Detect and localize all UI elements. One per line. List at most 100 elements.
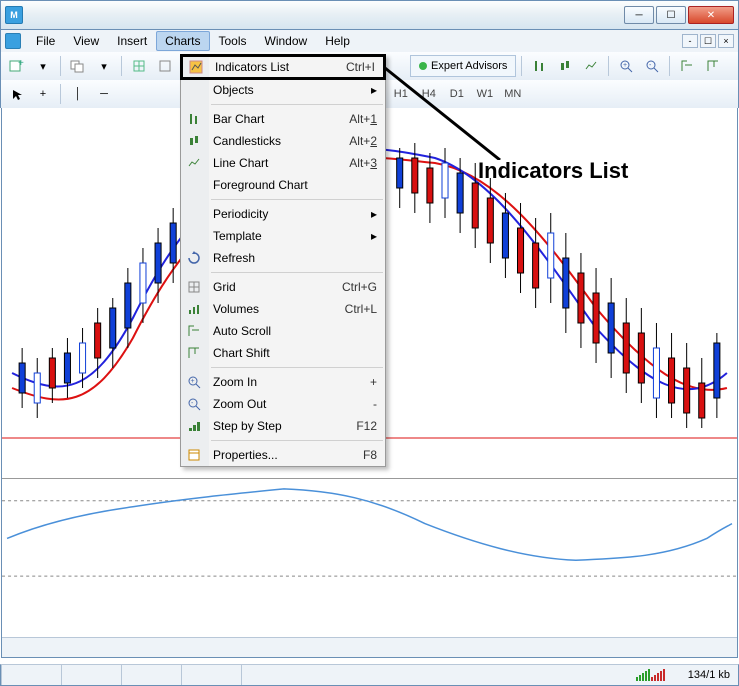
menu-item-label: Indicators List [215,60,289,74]
menu-window[interactable]: Window [256,31,317,51]
annotation-arrow [385,60,585,160]
menu-item-foreground-chart[interactable]: Foreground Chart [181,174,385,196]
menu-item-label: Line Chart [213,156,268,170]
new-chart-button[interactable]: + [5,55,29,77]
menu-item-step-by-step[interactable]: Step by StepF12 [181,415,385,437]
menu-item-label: Zoom Out [213,397,266,411]
menu-item-label: Grid [213,280,236,294]
svg-text:+: + [623,62,627,69]
mdi-close[interactable]: × [718,34,734,48]
menu-item-shortcut: - [373,397,377,411]
crosshair-button[interactable]: + [31,83,55,105]
zoom-out-button[interactable]: - [640,55,664,77]
menu-item-label: Volumes [213,302,259,316]
menu-item-label: Zoom In [213,375,257,389]
menu-item-label: Chart Shift [213,346,270,360]
menu-item-chart-shift[interactable]: Chart Shift [181,342,385,364]
menu-item-label: Auto Scroll [213,324,271,338]
svg-text:+: + [191,378,195,385]
menu-item-shortcut: Ctrl+L [345,302,377,316]
profiles-button[interactable] [66,55,90,77]
scroll-icon [186,323,202,339]
menu-item-properties[interactable]: Properties... F8 [181,444,385,466]
indicators-icon [188,59,204,75]
cursor-button[interactable] [5,83,29,105]
menu-item-line-chart[interactable]: Line Chart Alt+3 [181,152,385,174]
menu-item-auto-scroll[interactable]: Auto Scroll [181,320,385,342]
grid-icon [186,279,202,295]
data-window-button[interactable] [153,55,177,77]
bar-icon [186,111,202,127]
prop-icon [186,447,202,463]
svg-text:+: + [18,58,24,69]
submenu-arrow-icon: ▸ [371,229,377,243]
menu-item-objects[interactable]: Objects ▸ [181,79,385,101]
zoom-in-button[interactable]: + [614,55,638,77]
submenu-arrow-icon: ▸ [371,207,377,221]
vline-button[interactable]: │ [66,83,90,105]
step-icon [186,418,202,434]
blank-icon [186,228,202,244]
menu-view[interactable]: View [64,31,108,51]
menu-item-label: Refresh [213,251,255,265]
connection-bars-icon [636,669,676,681]
minimize-button[interactable]: ─ [624,6,654,24]
menu-item-refresh[interactable]: Refresh [181,247,385,269]
menu-charts[interactable]: Charts [156,31,209,51]
app-icon: M [5,6,23,24]
hline-button[interactable]: ─ [92,83,116,105]
candle-icon [186,133,202,149]
statusbar: 134/1 kb [0,664,739,686]
zin-icon: + [186,374,202,390]
menu-item-bar-chart[interactable]: Bar ChartAlt+1 [181,108,385,130]
menu-item-label: Periodicity [213,207,268,221]
charts-dropdown: Indicators ListCtrl+IObjects▸Bar ChartAl… [180,54,386,467]
dropdown-arrow-icon[interactable]: ▾ [92,55,116,77]
chart-shift-button[interactable] [701,55,725,77]
menu-item-label: Properties... [213,448,278,462]
menu-item-shortcut: Ctrl+G [342,280,377,294]
auto-scroll-button[interactable] [675,55,699,77]
indicator-chart[interactable] [2,478,737,590]
traffic-label: 134/1 kb [680,669,738,681]
mdi-restore[interactable]: ☐ [700,34,716,48]
menu-item-periodicity[interactable]: Periodicity ▸ [181,203,385,225]
menu-item-candlesticks[interactable]: CandlesticksAlt+2 [181,130,385,152]
menu-help[interactable]: Help [316,31,359,51]
refresh-icon [186,250,202,266]
line-icon [186,155,202,171]
menu-item-shortcut: Alt+3 [349,156,377,170]
svg-text:-: - [191,400,194,407]
menu-item-label: Bar Chart [213,112,264,126]
blank-icon [186,206,202,222]
menubar: File View Insert Charts Tools Window Hel… [0,30,739,52]
titlebar: M ─ ☐ ✕ [0,0,739,30]
menu-file[interactable]: File [27,31,64,51]
zout-icon: - [186,396,202,412]
mdi-minimize[interactable]: - [682,34,698,48]
chart-statusbar [2,637,737,657]
menu-item-shortcut: Alt+2 [349,134,377,148]
menu-item-label: Objects [213,83,254,97]
menu-item-indicators-list[interactable]: Indicators ListCtrl+I [180,54,386,80]
menu-item-volumes[interactable]: Volumes Ctrl+L [181,298,385,320]
market-watch-button[interactable] [127,55,151,77]
dropdown-arrow-icon[interactable]: ▾ [31,55,55,77]
annotation-label: Indicators List [478,158,628,184]
shift-icon [186,345,202,361]
menu-insert[interactable]: Insert [108,31,156,51]
vol-icon [186,301,202,317]
blank-icon [186,177,202,193]
maximize-button[interactable]: ☐ [656,6,686,24]
close-button[interactable]: ✕ [688,6,734,24]
menu-item-grid[interactable]: Grid Ctrl+G [181,276,385,298]
menu-item-template[interactable]: Template ▸ [181,225,385,247]
menu-item-zoom-in[interactable]: +Zoom In+ [181,371,385,393]
menu-item-label: Template [213,229,262,243]
menu-item-zoom-out[interactable]: - Zoom Out - [181,393,385,415]
blank-icon [186,82,202,98]
menu-item-shortcut: F8 [363,448,377,462]
menu-tools[interactable]: Tools [210,31,256,51]
submenu-arrow-icon: ▸ [371,83,377,97]
app-small-icon [5,33,21,49]
